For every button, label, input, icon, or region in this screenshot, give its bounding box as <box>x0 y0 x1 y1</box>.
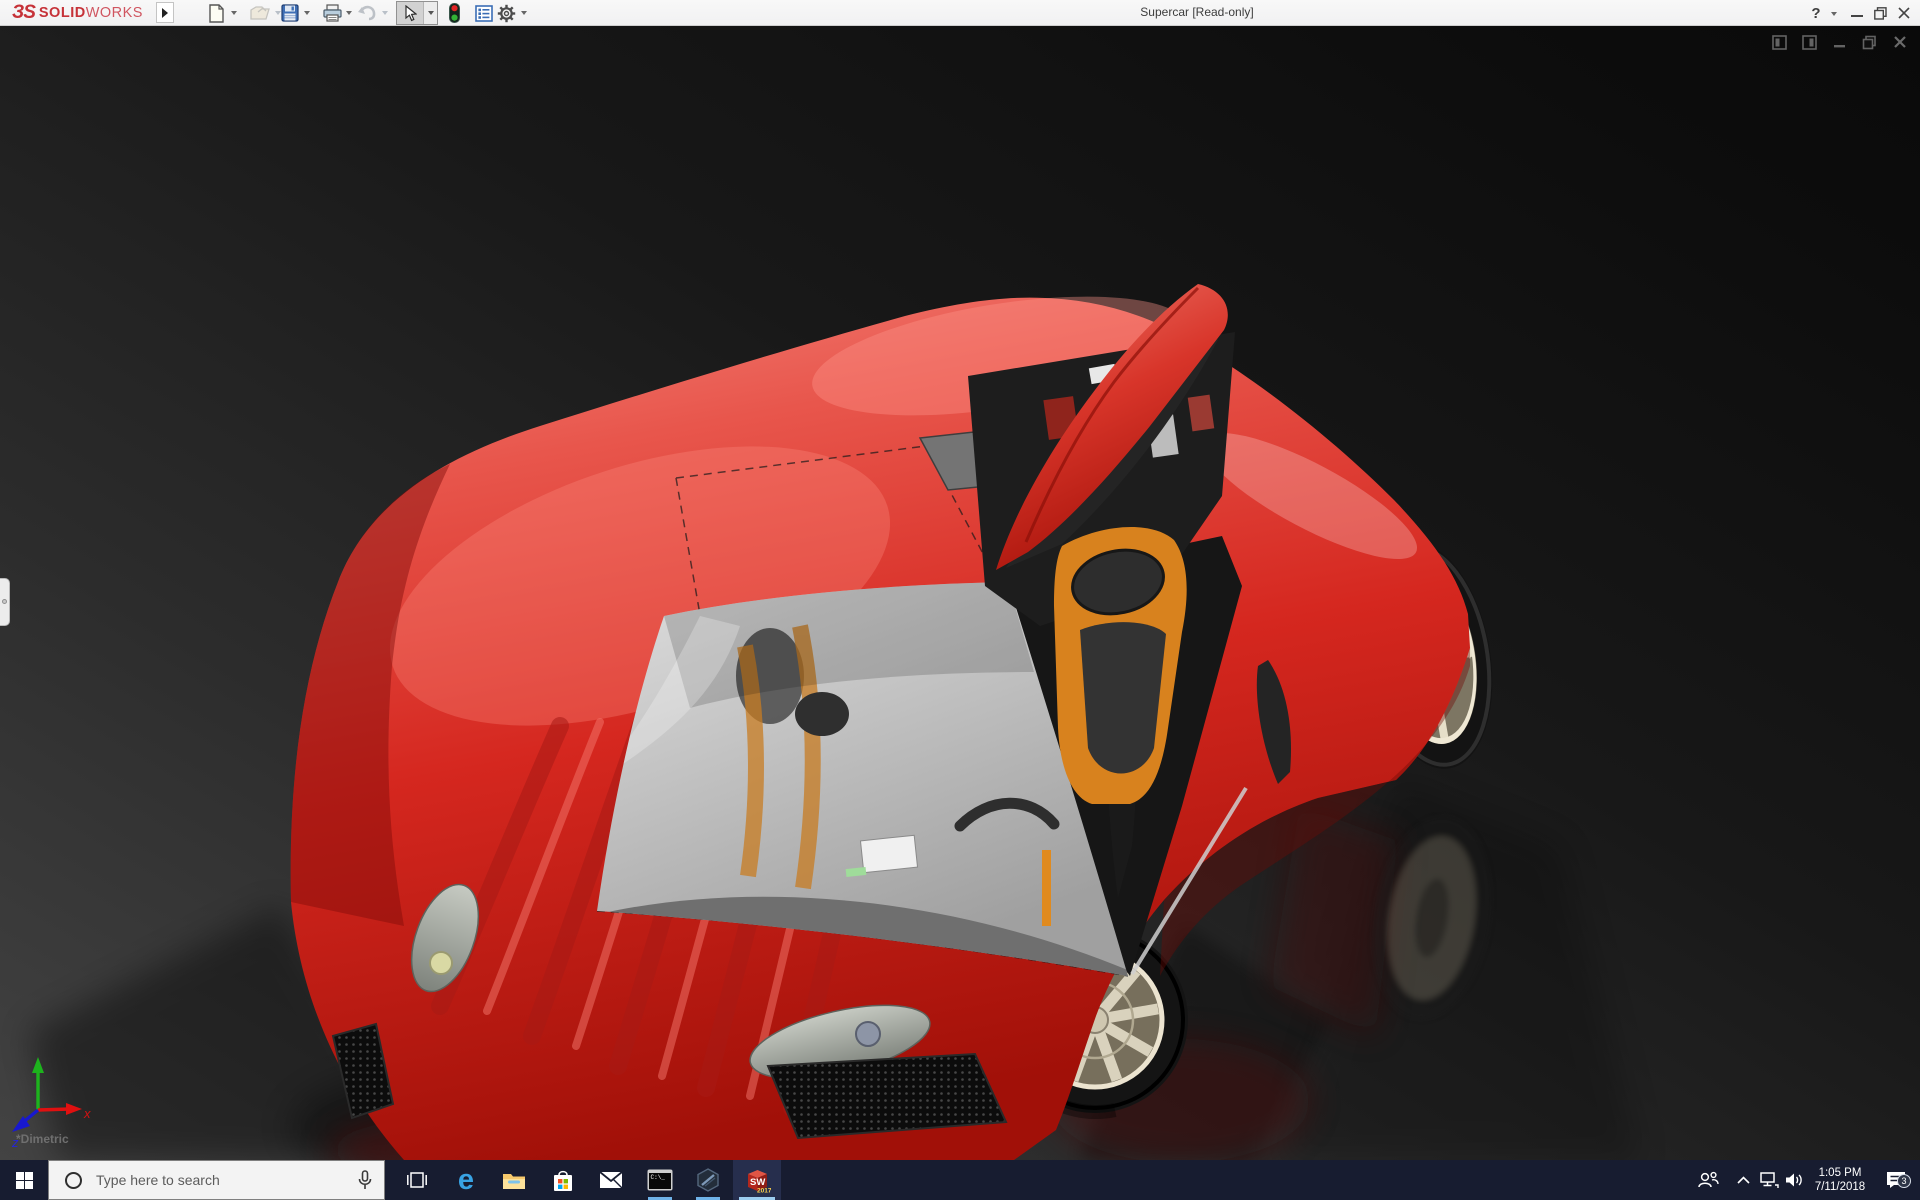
3d-model-supercar[interactable] <box>0 26 1920 1160</box>
title-bar: ЗS SOLID WORKS Supercar [Read-only] ? <box>0 0 1920 26</box>
options-dropdown[interactable] <box>521 11 527 15</box>
taskbar-cmd[interactable]: C:\_ <box>636 1160 684 1200</box>
undo-dropdown[interactable] <box>382 11 388 15</box>
window-pane-icon[interactable] <box>1771 34 1788 50</box>
taskbar: e <box>0 1160 1920 1200</box>
traffic-light-icon <box>448 3 460 23</box>
network-button[interactable] <box>1756 1160 1782 1200</box>
options-button[interactable] <box>496 3 516 23</box>
window-split-icon[interactable] <box>1801 34 1818 50</box>
task-view-icon <box>407 1172 427 1188</box>
doc-restore-icon[interactable] <box>1861 34 1878 50</box>
tray-expand-button[interactable] <box>1730 1160 1756 1200</box>
print-dropdown[interactable] <box>346 11 352 15</box>
people-icon <box>1698 1171 1719 1188</box>
taskbar-search[interactable] <box>48 1160 385 1200</box>
document-title: Supercar [Read-only] <box>1140 5 1254 19</box>
view-orientation-label: *Dimetric <box>16 1132 69 1146</box>
doc-close-icon[interactable] <box>1891 34 1908 50</box>
open-button[interactable] <box>250 3 270 23</box>
solidworks-logo: ЗS SOLID WORKS <box>12 2 143 23</box>
restore-icon <box>1873 6 1887 20</box>
print-button[interactable] <box>322 3 342 23</box>
microphone-icon[interactable] <box>358 1170 372 1190</box>
new-document-icon <box>208 3 224 23</box>
undo-arrow-icon <box>358 5 376 21</box>
taskbar-mail[interactable] <box>587 1160 635 1200</box>
clock-time: 1:05 PM <box>1818 1167 1862 1179</box>
doc-minimize-icon[interactable] <box>1831 34 1848 50</box>
close-button[interactable] <box>1892 0 1916 26</box>
action-center-button[interactable]: 3 <box>1876 1160 1916 1200</box>
edge-icon: e <box>457 1163 475 1196</box>
new-document-button[interactable] <box>206 3 226 23</box>
taskbar-solidworks[interactable]: SW 2017 <box>733 1160 781 1200</box>
feature-panel-collapsed-tab[interactable] <box>0 578 10 626</box>
minimize-button[interactable] <box>1846 0 1868 26</box>
search-input[interactable] <box>94 1171 358 1189</box>
taskbar-edge[interactable]: e <box>442 1160 490 1200</box>
volume-button[interactable] <box>1782 1160 1806 1200</box>
save-button[interactable] <box>280 3 300 23</box>
cortana-icon <box>65 1171 82 1189</box>
sw-icon-year: 2017 <box>757 1187 771 1194</box>
command-prompt-icon: C:\_ <box>647 1169 673 1191</box>
help-button[interactable]: ? <box>1806 0 1826 26</box>
save-dropdown[interactable] <box>304 11 310 15</box>
bumper-grille[interactable] <box>766 1052 1008 1140</box>
gear-icon <box>497 4 515 22</box>
new-dropdown[interactable] <box>231 11 237 15</box>
open-folder-icon <box>250 6 270 20</box>
save-floppy-icon <box>281 4 299 22</box>
cmd-prompt-text: C:\_ <box>651 1174 666 1181</box>
select-tool-button[interactable] <box>396 1 438 25</box>
start-button[interactable] <box>0 1160 48 1200</box>
printer-icon <box>322 4 342 22</box>
task-view-button[interactable] <box>393 1160 441 1200</box>
arrow-right-icon <box>162 7 168 18</box>
menu-expand-button[interactable] <box>156 2 174 23</box>
properties-button[interactable] <box>474 3 494 23</box>
solidworks-app-icon: SW 2017 <box>747 1169 771 1194</box>
chevron-up-icon <box>1736 1176 1750 1184</box>
taskbar-store[interactable] <box>539 1160 587 1200</box>
rebuild-button[interactable] <box>444 3 464 23</box>
file-explorer-icon <box>503 1173 525 1189</box>
graphics-viewport[interactable]: x z *Dimetric <box>0 26 1920 1160</box>
store-icon <box>554 1170 572 1191</box>
taskbar-clock[interactable]: 1:05 PM 7/11/2018 <box>1804 1160 1876 1200</box>
select-cursor-icon <box>404 4 417 21</box>
network-icon <box>1759 1171 1779 1188</box>
close-icon <box>1898 7 1910 19</box>
help-dropdown[interactable] <box>1831 12 1837 16</box>
taskbar-file-explorer[interactable] <box>490 1160 538 1200</box>
sw-icon-label: SW <box>750 1177 765 1188</box>
list-panel-icon <box>475 4 493 22</box>
select-tool-dropdown[interactable] <box>423 2 437 24</box>
undo-button[interactable] <box>357 3 377 23</box>
restore-button[interactable] <box>1869 0 1891 26</box>
mail-icon <box>599 1171 623 1189</box>
tab-dot <box>2 599 7 604</box>
clock-date: 7/11/2018 <box>1814 1181 1866 1193</box>
notification-badge: 3 <box>1897 1174 1911 1188</box>
speaker-icon <box>1786 1173 1802 1187</box>
taskbar-edrawings[interactable] <box>684 1160 732 1200</box>
solidworks-window: ЗS SOLID WORKS Supercar [Read-only] ? x … <box>0 0 1920 1200</box>
hexagon-app-icon <box>697 1168 719 1192</box>
solidworks-logo-glyph: ЗS <box>12 2 36 23</box>
document-window-controls <box>1771 34 1908 50</box>
triad-x-label: x <box>83 1106 91 1121</box>
people-button[interactable] <box>1690 1160 1726 1200</box>
windows-logo-icon <box>15 1171 33 1189</box>
minimize-icon <box>1851 15 1863 17</box>
